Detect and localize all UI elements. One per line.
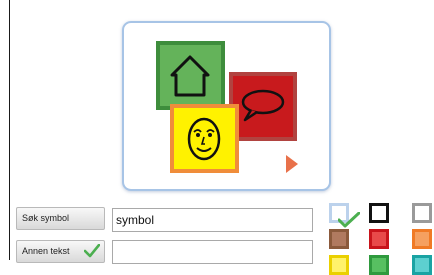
symbol-text-value: symbol	[116, 213, 155, 227]
swatch-green[interactable]	[369, 255, 389, 275]
house-symbol-tile[interactable]	[156, 41, 225, 110]
swatch-black[interactable]	[369, 203, 389, 223]
selected-check-icon	[338, 212, 360, 228]
check-icon	[84, 244, 100, 258]
search-symbol-label: Søk symbol	[22, 213, 70, 223]
symbol-preview-card[interactable]	[122, 21, 331, 191]
left-divider	[9, 0, 10, 260]
face-symbol-tile[interactable]	[170, 104, 239, 173]
smiley-face-icon	[187, 117, 221, 161]
house-icon	[170, 55, 210, 97]
swatch-grey[interactable]	[412, 203, 432, 223]
other-text-field[interactable]	[112, 240, 313, 264]
swatch-red[interactable]	[369, 229, 389, 249]
swatch-yellow[interactable]	[329, 255, 349, 275]
speech-symbol-tile[interactable]	[229, 72, 297, 141]
swatch-teal[interactable]	[412, 255, 432, 275]
swatch-orange[interactable]	[412, 229, 432, 249]
other-text-label: Annen tekst	[22, 246, 70, 256]
speech-bubble-icon	[241, 89, 285, 122]
next-arrow-icon[interactable]	[284, 153, 300, 175]
swatch-brown[interactable]	[329, 229, 349, 249]
symbol-text-field[interactable]: symbol	[112, 208, 313, 232]
search-symbol-button[interactable]: Søk symbol	[16, 207, 105, 230]
